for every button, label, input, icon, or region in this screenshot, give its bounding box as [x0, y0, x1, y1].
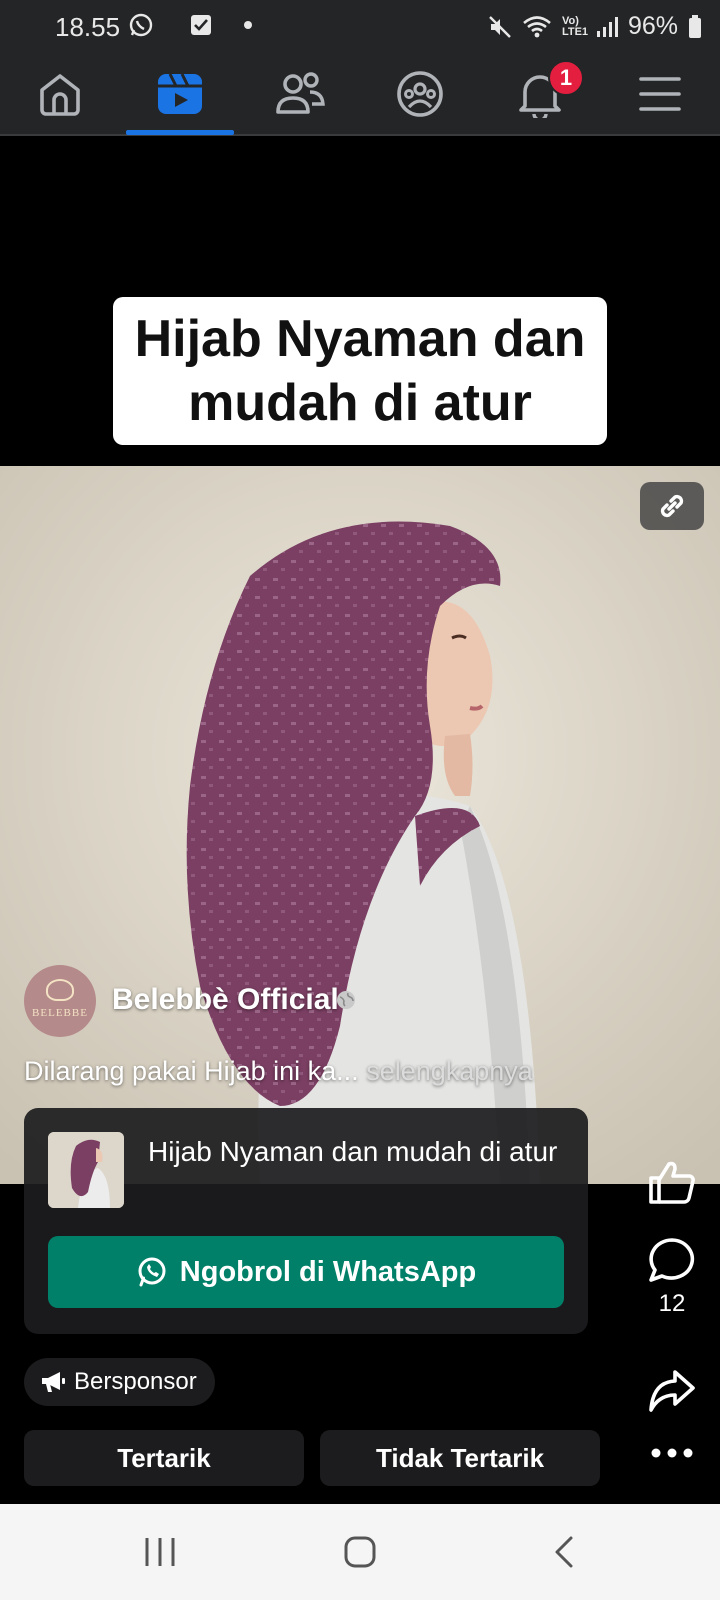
tab-menu[interactable] — [600, 54, 720, 134]
menu-icon — [639, 77, 681, 111]
tab-video[interactable] — [120, 54, 240, 134]
recent-apps-icon — [145, 1538, 175, 1566]
home-icon — [40, 74, 80, 116]
thumbs-up-icon — [649, 1161, 695, 1204]
comment-button[interactable]: 12 — [640, 1236, 704, 1318]
more-icon — [651, 1448, 693, 1458]
status-time: 18.55 — [55, 12, 121, 42]
avatar-logo-text: BELEBBE — [32, 1007, 88, 1019]
battery-icon — [689, 14, 701, 38]
share-icon — [649, 1370, 695, 1412]
sponsored-label[interactable]: Bersponsor — [24, 1358, 215, 1406]
link-icon — [660, 494, 684, 518]
like-button[interactable] — [640, 1158, 704, 1206]
signal-icon — [596, 16, 618, 37]
active-tab-indicator — [126, 130, 234, 135]
whatsapp-button-label: Ngobrol di WhatsApp — [179, 1255, 477, 1288]
wifi-icon — [523, 15, 551, 37]
status-left-icons — [128, 12, 252, 38]
comment-icon — [649, 1238, 695, 1282]
author-name[interactable]: Belebbè Official — [112, 983, 339, 1017]
dot-status-icon — [244, 21, 252, 29]
battery-percent: 96% — [627, 12, 678, 40]
ad-thumbnail — [48, 1132, 124, 1208]
public-globe-icon — [337, 991, 355, 1009]
see-more-link[interactable]: selengkapnya — [366, 1056, 533, 1086]
video-icon — [158, 73, 202, 114]
system-nav-bar — [0, 1504, 720, 1600]
home-circle-icon — [344, 1536, 376, 1568]
notification-badge: 1 — [548, 60, 584, 96]
whatsapp-icon — [138, 1257, 166, 1287]
description-text: Dilarang pakai Hijab ini ka... — [24, 1056, 359, 1086]
whatsapp-status-icon — [129, 13, 153, 37]
ad-title: Hijab Nyaman dan mudah di atur — [148, 1136, 558, 1167]
post-description[interactable]: Dilarang pakai Hijab ini ka... selengkap… — [24, 1056, 533, 1087]
share-button[interactable] — [640, 1368, 704, 1414]
copy-link-button[interactable] — [640, 482, 704, 530]
comment-count: 12 — [658, 1290, 686, 1317]
megaphone-icon — [42, 1372, 65, 1392]
ad-thumbnail-image — [48, 1132, 124, 1208]
not-interested-button[interactable]: Tidak Tertarik — [320, 1430, 600, 1486]
more-options-button[interactable] — [640, 1446, 704, 1460]
mute-icon — [489, 15, 511, 38]
author-avatar[interactable]: BELEBBE — [24, 965, 96, 1037]
recent-apps-button[interactable] — [120, 1532, 200, 1572]
friends-icon — [276, 72, 325, 114]
back-button[interactable] — [524, 1532, 604, 1572]
home-button[interactable] — [320, 1532, 400, 1572]
ad-card[interactable]: Hijab Nyaman dan mudah di atur Ngobrol d… — [24, 1108, 588, 1334]
logo-mark — [46, 979, 74, 1001]
groups-icon — [397, 71, 443, 117]
network-label: Vo) LTE1 — [561, 14, 589, 38]
tab-home[interactable] — [0, 54, 120, 134]
tab-groups[interactable] — [360, 54, 480, 134]
top-nav: 1 — [0, 54, 720, 136]
status-bar: 18.55 Vo) LTE1 96% — [0, 0, 720, 54]
interested-button[interactable]: Tertarik — [24, 1430, 304, 1486]
whatsapp-chat-button[interactable]: Ngobrol di WhatsApp — [48, 1236, 564, 1308]
status-right-icons: Vo) LTE1 96% — [488, 12, 702, 41]
checklist-status-icon — [191, 15, 211, 35]
back-icon — [555, 1536, 573, 1568]
sponsored-text: Bersponsor — [74, 1368, 197, 1395]
tab-notifications[interactable] — [480, 54, 600, 134]
video-caption: Hijab Nyaman dan mudah di atur — [113, 297, 607, 445]
tab-friends[interactable] — [240, 54, 360, 134]
